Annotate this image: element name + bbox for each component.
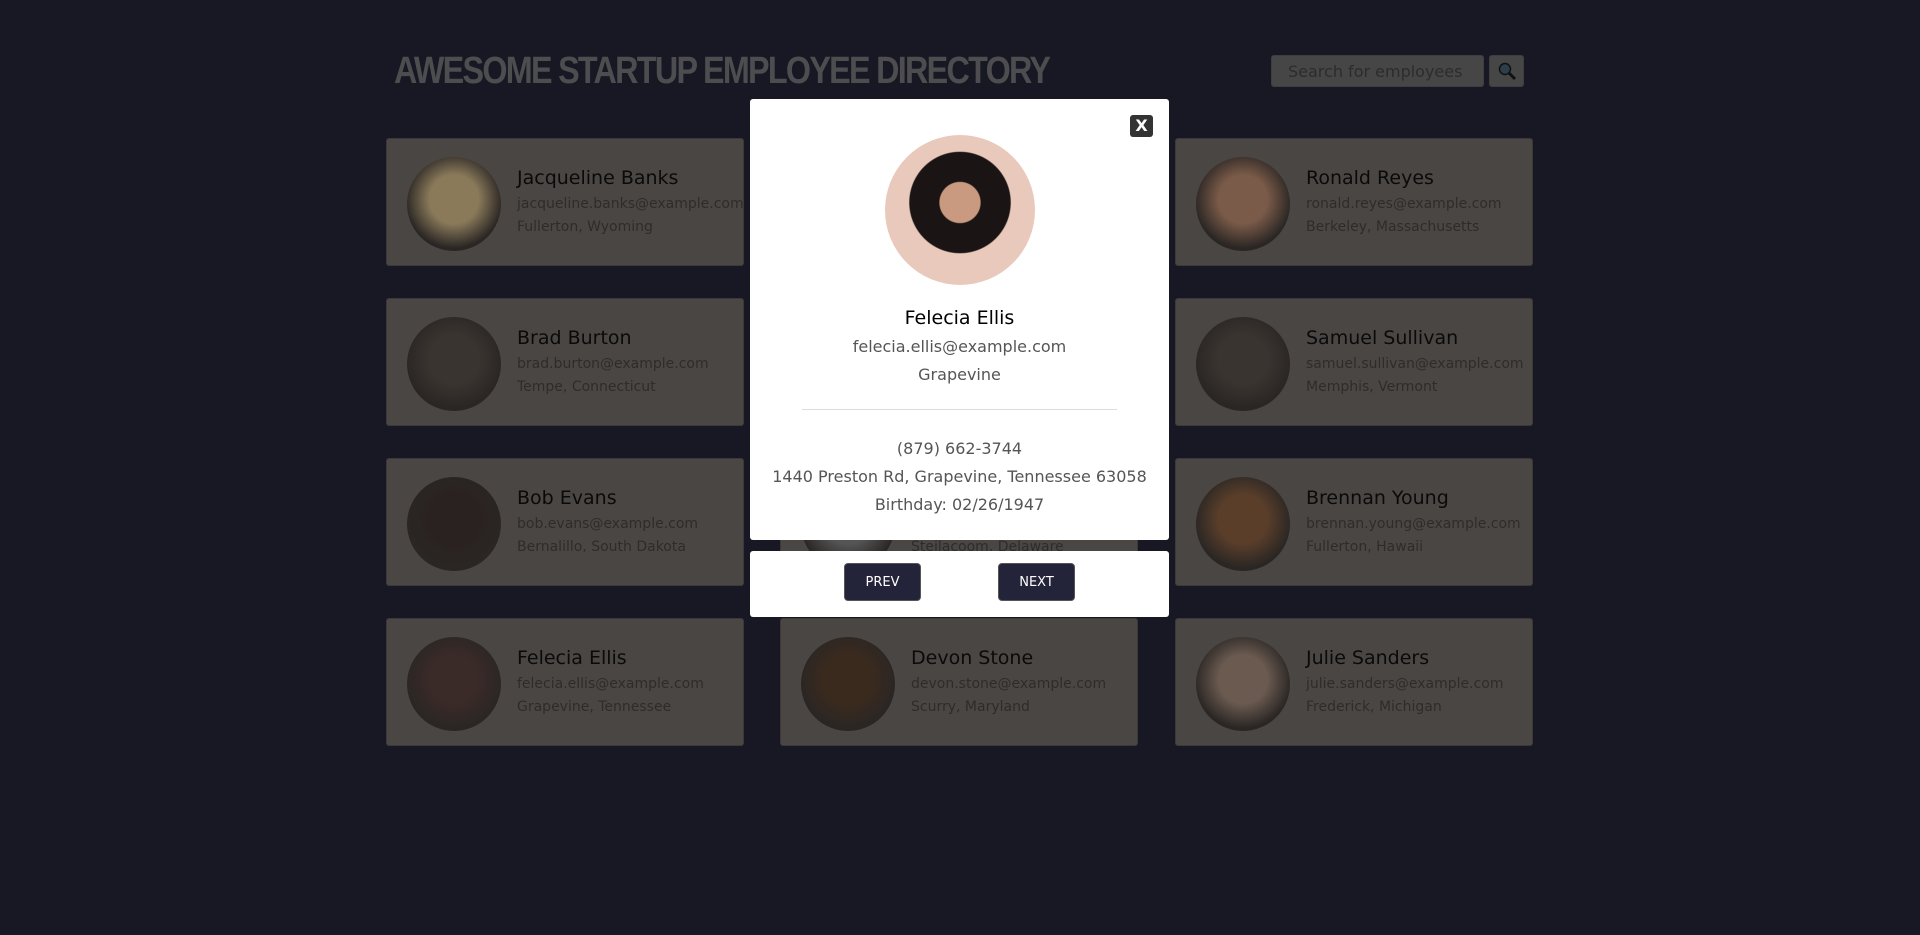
employee-name: Bob Evans xyxy=(517,487,617,509)
employee-card[interactable]: Brad Burton brad.burton@example.com Temp… xyxy=(386,298,744,426)
search-input[interactable] xyxy=(1271,55,1484,87)
employee-name: Julie Sanders xyxy=(1306,647,1430,669)
employee-location: Memphis, Vermont xyxy=(1306,379,1438,395)
employee-name: Jacqueline Banks xyxy=(517,167,679,189)
employee-name: Samuel Sullivan xyxy=(1306,327,1459,349)
avatar xyxy=(1196,477,1290,571)
employee-email: samuel.sullivan@example.com xyxy=(1306,356,1524,372)
modal-avatar xyxy=(885,135,1035,285)
avatar xyxy=(407,637,501,731)
modal-address: 1440 Preston Rd, Grapevine, Tennessee 63… xyxy=(772,467,1147,486)
employee-card[interactable]: Jacqueline Banks jacqueline.banks@exampl… xyxy=(386,138,744,266)
employee-location: Scurry, Maryland xyxy=(911,699,1030,715)
employee-card[interactable]: Julie Sanders julie.sanders@example.com … xyxy=(1175,618,1533,746)
avatar xyxy=(407,317,501,411)
employee-card[interactable]: Brennan Young brennan.young@example.com … xyxy=(1175,458,1533,586)
employee-modal: X Felecia Ellis felecia.ellis@example.co… xyxy=(750,99,1169,540)
employee-email: ronald.reyes@example.com xyxy=(1306,196,1502,212)
modal-city: Grapevine xyxy=(918,365,1001,384)
employee-email: bob.evans@example.com xyxy=(517,516,699,532)
employee-email: brad.burton@example.com xyxy=(517,356,709,372)
modal-birthday: Birthday: 02/26/1947 xyxy=(874,495,1045,514)
employee-email: julie.sanders@example.com xyxy=(1306,676,1504,692)
employee-name: Brennan Young xyxy=(1306,487,1449,509)
employee-card[interactable]: Samuel Sullivan samuel.sullivan@example.… xyxy=(1175,298,1533,426)
employee-email: felecia.ellis@example.com xyxy=(517,676,704,692)
employee-email: devon.stone@example.com xyxy=(911,676,1107,692)
modal-nav: PREV NEXT xyxy=(750,551,1169,617)
search-button[interactable] xyxy=(1489,55,1524,87)
employee-location: Fullerton, Wyoming xyxy=(517,219,653,235)
page-title: AWESOME STARTUP EMPLOYEE DIRECTORY xyxy=(394,50,1051,92)
prev-button[interactable]: PREV xyxy=(844,563,921,601)
employee-email: brennan.young@example.com xyxy=(1306,516,1521,532)
employee-card[interactable]: Ronald Reyes ronald.reyes@example.com Be… xyxy=(1175,138,1533,266)
divider xyxy=(802,409,1117,410)
employee-location: Tempe, Connecticut xyxy=(517,379,656,395)
avatar xyxy=(1196,637,1290,731)
avatar xyxy=(407,157,501,251)
employee-card[interactable]: Bob Evans bob.evans@example.com Bernalil… xyxy=(386,458,744,586)
employee-card[interactable]: Devon Stone devon.stone@example.com Scur… xyxy=(780,618,1138,746)
employee-card[interactable]: Felecia Ellis felecia.ellis@example.com … xyxy=(386,618,744,746)
next-button[interactable]: NEXT xyxy=(998,563,1075,601)
employee-name: Ronald Reyes xyxy=(1306,167,1434,189)
employee-location: Frederick, Michigan xyxy=(1306,699,1442,715)
magnifier-icon xyxy=(1498,62,1516,81)
modal-phone: (879) 662-3744 xyxy=(896,439,1023,458)
employee-email: jacqueline.banks@example.com xyxy=(517,196,744,212)
employee-location: Berkeley, Massachusetts xyxy=(1306,219,1480,235)
modal-email: felecia.ellis@example.com xyxy=(852,337,1067,356)
avatar xyxy=(801,637,895,731)
employee-location: Bernalillo, South Dakota xyxy=(517,539,686,555)
employee-name: Devon Stone xyxy=(911,647,1034,669)
avatar xyxy=(407,477,501,571)
modal-name: Felecia Ellis xyxy=(904,307,1015,329)
avatar xyxy=(1196,317,1290,411)
close-button[interactable]: X xyxy=(1130,115,1153,137)
employee-location: Fullerton, Hawaii xyxy=(1306,539,1424,555)
avatar xyxy=(1196,157,1290,251)
employee-name: Brad Burton xyxy=(517,327,632,349)
employee-location: Grapevine, Tennessee xyxy=(517,699,672,715)
employee-name: Felecia Ellis xyxy=(517,647,627,669)
